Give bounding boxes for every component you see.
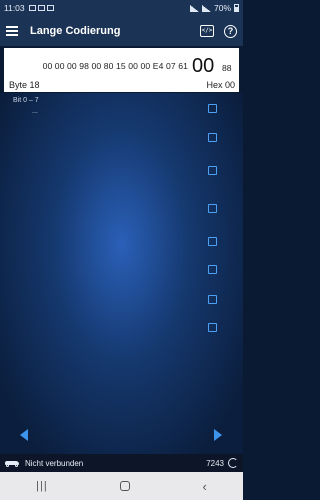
hex-panel: 00 00 00 98 00 80 15 00 00 E4 07 61 00 8… <box>4 48 239 92</box>
image-icon <box>37 5 45 11</box>
previous-byte-arrow-icon[interactable] <box>20 429 28 441</box>
connection-status: Nicht verbunden <box>25 458 84 468</box>
notification-icon <box>46 5 54 11</box>
hex-row[interactable]: 00 00 00 98 00 80 15 00 00 E4 07 61 00 8… <box>4 54 239 76</box>
byte-label: Byte 18 <box>9 80 40 90</box>
bit-range-label: Bit 0 – 7 <box>13 97 39 104</box>
refresh-icon[interactable] <box>228 458 238 468</box>
bit-ellipsis: ... <box>32 108 38 115</box>
counter: 7243 <box>206 458 224 468</box>
bit-checkbox[interactable] <box>208 204 217 213</box>
current-byte[interactable]: 00 <box>192 55 214 76</box>
recents-icon[interactable]: ||| <box>36 480 48 492</box>
wifi-signal-icon <box>189 4 199 12</box>
menu-icon[interactable] <box>6 26 18 36</box>
battery-percent: 70% <box>213 3 231 13</box>
bit-checkbox[interactable] <box>208 323 217 332</box>
car-icon <box>5 460 19 467</box>
battery-icon <box>234 4 239 12</box>
next-byte-arrow-icon[interactable] <box>214 429 222 441</box>
status-time: 11:03 <box>4 3 25 13</box>
home-icon[interactable] <box>120 481 131 491</box>
bit-checkbox[interactable] <box>208 237 217 246</box>
bit-checkbox[interactable] <box>208 166 217 175</box>
system-nav-bar: ||| ‹ <box>0 472 243 500</box>
status-bar: 11:03 70% <box>0 0 243 16</box>
bit-editor: Bit 0 – 7 ... <box>0 93 243 454</box>
bit-checkbox[interactable] <box>208 104 217 113</box>
bit-checkbox[interactable] <box>208 295 217 304</box>
next-byte: 88 <box>222 63 232 73</box>
hex-value-label: Hex 00 <box>206 80 235 90</box>
notification-icon <box>28 5 36 11</box>
bit-checkbox[interactable] <box>208 265 217 274</box>
hex-bytes-before: 00 00 00 98 00 80 15 00 00 E4 07 61 <box>42 61 188 71</box>
code-icon[interactable]: </> <box>200 25 214 37</box>
bit-checkbox[interactable] <box>208 133 217 142</box>
page-title: Lange Codierung <box>30 25 121 37</box>
back-icon[interactable]: ‹ <box>202 479 206 494</box>
status-right: 70% <box>189 3 239 13</box>
help-icon[interactable]: ? <box>224 24 237 38</box>
app-bar: Lange Codierung </> ? <box>0 16 243 46</box>
footer: Nicht verbunden 7243 <box>0 454 243 472</box>
cell-signal-icon <box>201 4 211 12</box>
